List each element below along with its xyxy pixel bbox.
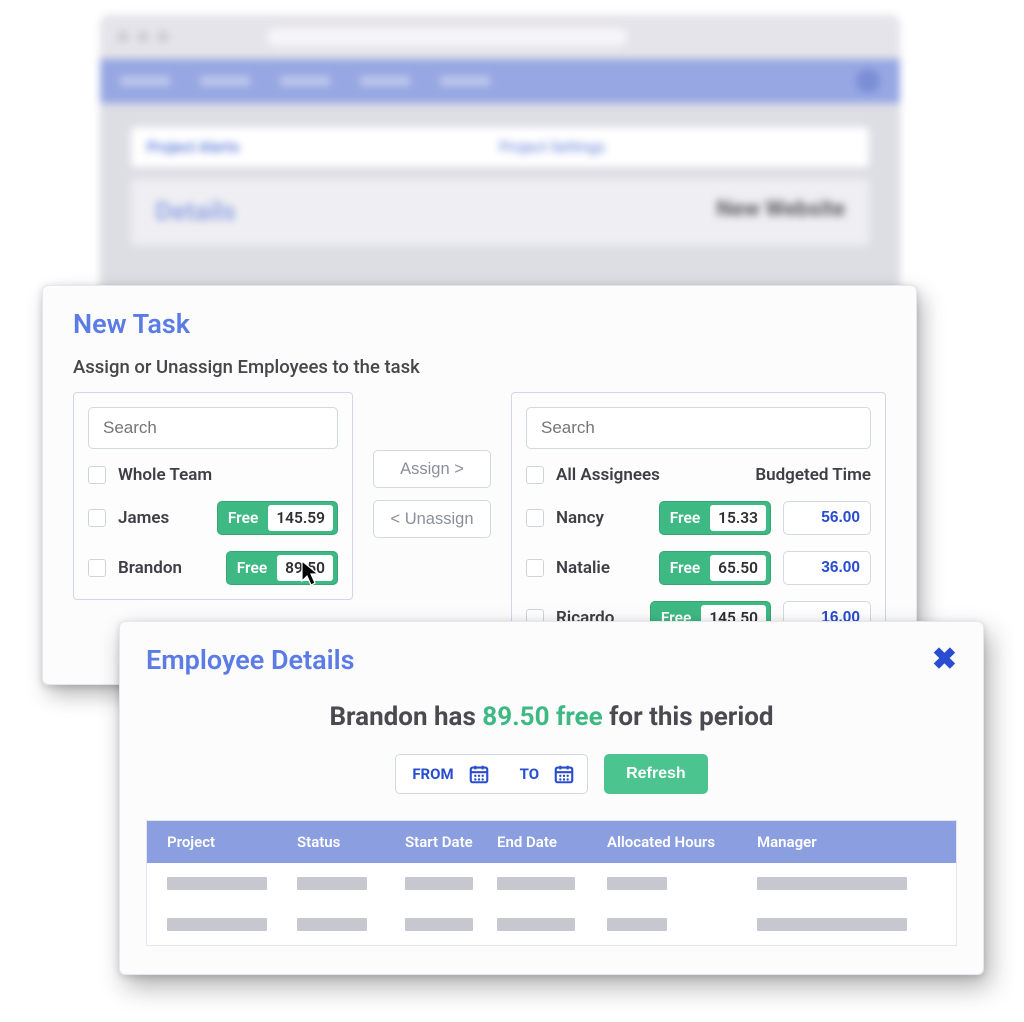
free-hours-badge: Free 65.50 <box>659 551 771 585</box>
checkbox-james[interactable] <box>88 509 106 527</box>
calendar-icon[interactable] <box>553 763 575 785</box>
col-manager: Manager <box>757 833 927 851</box>
from-label: FROM <box>402 765 453 783</box>
refresh-button[interactable]: Refresh <box>604 754 708 794</box>
bg-panel-right: New Website <box>716 197 845 227</box>
free-hours-badge: Free 145.59 <box>217 501 338 535</box>
table-row <box>147 904 956 945</box>
checkbox-brandon[interactable] <box>88 559 106 577</box>
checkbox-natalie[interactable] <box>526 559 544 577</box>
employee-name: Natalie <box>556 558 610 578</box>
checkbox-all-assignees[interactable] <box>526 466 544 484</box>
date-range-picker[interactable]: FROM TO <box>395 754 588 794</box>
checkbox-whole-team[interactable] <box>88 466 106 484</box>
list-item[interactable]: James Free 145.59 <box>88 501 338 535</box>
budgeted-time-header: Budgeted Time <box>755 465 871 485</box>
assign-button[interactable]: Assign > <box>373 450 491 488</box>
col-status: Status <box>297 833 405 851</box>
unassign-button[interactable]: < Unassign <box>373 500 491 538</box>
col-alloc: Allocated Hours <box>607 833 757 851</box>
whole-team-label: Whole Team <box>118 465 212 485</box>
cursor-icon <box>300 560 322 588</box>
table-row <box>147 863 956 904</box>
employee-details-title: Employee Details <box>146 644 355 676</box>
employee-summary: Brandon has 89.50 free for this period <box>146 702 957 732</box>
all-assignees-label: All Assignees <box>556 465 660 485</box>
employee-name: Nancy <box>556 508 604 528</box>
bg-details-title: Details <box>155 197 696 227</box>
checkbox-nancy[interactable] <box>526 509 544 527</box>
breadcrumb-project-alerts: Project Alerts <box>147 138 239 156</box>
new-task-subtitle: Assign or Unassign Employees to the task <box>73 356 886 378</box>
budgeted-time-input[interactable] <box>783 551 871 585</box>
employee-name: James <box>118 508 169 528</box>
to-label: TO <box>510 765 539 783</box>
col-start: Start Date <box>405 833 497 851</box>
new-task-title: New Task <box>73 308 886 340</box>
background-window: Project Alerts Project Settings Details … <box>100 15 900 315</box>
close-icon[interactable]: ✖ <box>932 645 957 675</box>
budgeted-time-input[interactable] <box>783 501 871 535</box>
employee-details-panel: Employee Details ✖ Brandon has 89.50 fre… <box>119 621 984 975</box>
col-end: End Date <box>497 833 607 851</box>
whole-team-row[interactable]: Whole Team <box>88 465 338 485</box>
assigned-employees-box: All Assignees Budgeted Time Nancy Free 1… <box>511 392 886 650</box>
list-item[interactable]: Natalie Free 65.50 <box>526 551 871 585</box>
search-available-input[interactable] <box>88 407 338 449</box>
list-item[interactable]: Nancy Free 15.33 <box>526 501 871 535</box>
employee-name: Brandon <box>118 558 182 578</box>
calendar-icon[interactable] <box>468 763 490 785</box>
free-hours-badge: Free 15.33 <box>659 501 771 535</box>
table-header: Project Status Start Date End Date Alloc… <box>147 821 956 863</box>
search-assigned-input[interactable] <box>526 407 871 449</box>
breadcrumb-project-settings: Project Settings <box>499 138 605 156</box>
col-project: Project <box>167 833 297 851</box>
assign-buttons: Assign > < Unassign <box>373 450 491 538</box>
employee-projects-table: Project Status Start Date End Date Alloc… <box>146 820 957 946</box>
